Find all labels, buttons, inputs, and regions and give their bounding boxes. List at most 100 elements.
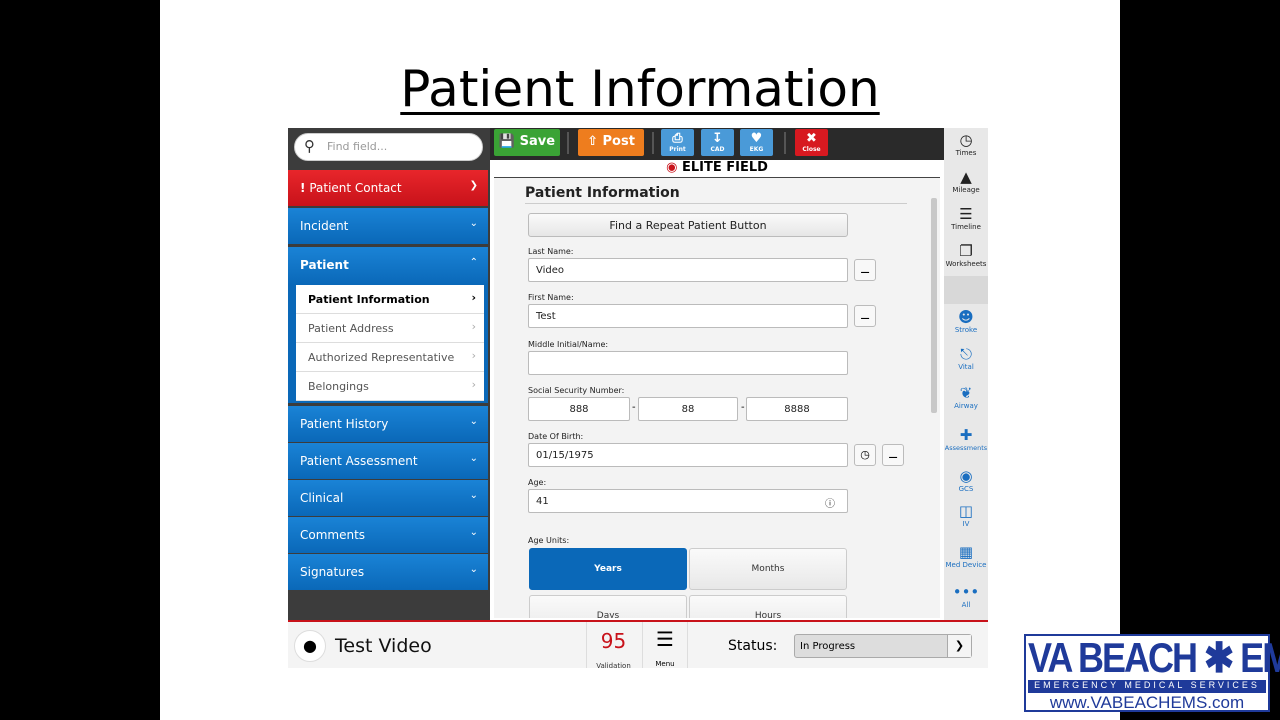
rail-iv[interactable]: ◫ IV <box>944 503 988 529</box>
monitor-icon: ▦ <box>958 543 974 561</box>
nav-patient-assessment[interactable]: Patient Assessment ⌄ <box>288 443 488 479</box>
age-unit-months[interactable]: Months <box>689 548 847 590</box>
download-icon: ↧ <box>712 131 723 146</box>
post-button[interactable]: ⇧ Post <box>578 129 644 156</box>
rail-spacer <box>944 276 988 304</box>
subnav-belongings[interactable]: Belongings › <box>296 372 484 401</box>
subnav-patient-information[interactable]: Patient Information › <box>296 285 484 314</box>
rail-label: Stroke <box>954 326 978 334</box>
rail-worksheets[interactable]: ❐ Worksheets <box>944 243 988 269</box>
nav-signatures[interactable]: Signatures ⌄ <box>288 554 488 590</box>
age-unit-days[interactable]: Days <box>529 595 687 618</box>
close-button[interactable]: ✖ Close <box>795 129 828 156</box>
clear-first-name-button[interactable]: ⚊ <box>854 305 876 327</box>
subnav-authorized-representative[interactable]: Authorized Representative › <box>296 343 484 372</box>
nav-label: Comments <box>300 528 366 542</box>
print-button[interactable]: ⎙ Print <box>661 129 694 156</box>
chevron-right-icon: › <box>471 320 476 333</box>
rail-vital[interactable]: ⎋ Vital <box>944 346 988 372</box>
rail-airway[interactable]: ❦ Airway <box>944 385 988 411</box>
va-beach-ems-logo: VA BEACH ✱ EMS EMERGENCY MEDICAL SERVICE… <box>1024 633 1280 712</box>
scrollbar-thumb[interactable] <box>931 198 937 413</box>
nav-patient-contact[interactable]: ! Patient Contact ❯ <box>288 170 488 206</box>
nav-label: Clinical <box>300 491 344 505</box>
rail-med-device[interactable]: ▦ Med Device <box>944 543 988 570</box>
rail-label: Timeline <box>951 223 981 231</box>
rail-label: Times <box>955 149 977 157</box>
print-label: Print <box>669 146 686 153</box>
search-input[interactable]: ⚲ Find field... <box>294 133 483 161</box>
nav-patient[interactable]: Patient ⌃ <box>288 247 488 285</box>
first-name-field[interactable]: Test <box>528 304 848 328</box>
validation-label: Validation <box>596 662 631 670</box>
subnav-label: Patient Address <box>308 322 394 335</box>
chevron-down-icon: ⌄ <box>469 453 478 464</box>
rail-label: All <box>961 601 971 609</box>
cad-button[interactable]: ↧ CAD <box>701 129 734 156</box>
dob-field[interactable]: 01/15/1975 <box>528 443 848 467</box>
scrollbar[interactable] <box>930 190 938 610</box>
rail-all[interactable]: ••• All <box>944 584 988 610</box>
rail-label: Med Device <box>945 561 987 569</box>
chevron-down-icon: ❯ <box>947 635 971 657</box>
cad-label: CAD <box>710 146 725 153</box>
clock-icon: ◷ <box>860 448 870 461</box>
menu-button[interactable]: ☰ Menu <box>642 622 688 668</box>
chevron-right-icon: › <box>471 291 476 304</box>
status-select[interactable]: In Progress ❯ <box>794 634 972 658</box>
rail-stroke[interactable]: ☻ Stroke <box>944 308 988 335</box>
dob-picker-button[interactable]: ◷ <box>854 444 876 466</box>
rail-times[interactable]: ◷ Times <box>944 132 988 158</box>
last-name-field[interactable]: Video <box>528 258 848 282</box>
post-label: Post <box>602 134 635 149</box>
subnav-patient-address[interactable]: Patient Address › <box>296 314 484 343</box>
rail-mileage[interactable]: ▲ Mileage <box>944 169 988 195</box>
rail-label: Vital <box>958 363 974 371</box>
nav-label: Patient History <box>300 417 389 431</box>
nav-clinical[interactable]: Clinical ⌄ <box>288 480 488 516</box>
alert-icon: ! <box>300 181 306 195</box>
slide-title: Patient Information <box>400 60 880 118</box>
elite-field-header: ◉ ELITE FIELD <box>494 160 940 178</box>
close-label: Close <box>802 146 821 153</box>
middle-name-field[interactable] <box>528 351 848 375</box>
ekg-button[interactable]: ♥ EKG <box>740 129 773 156</box>
sidebar: ⚲ Find field... ! Patient Contact ❯ Incide… <box>288 128 490 620</box>
find-repeat-patient-button[interactable]: Find a Repeat Patient Button <box>528 213 848 237</box>
ssn-part1-field[interactable]: 888 <box>528 397 630 421</box>
chevron-right-icon: › <box>471 378 476 391</box>
chevron-up-icon: ⌃ <box>469 257 478 268</box>
rail-gcs[interactable]: ◉ GCS <box>944 468 988 494</box>
content-pane: ◉ ELITE FIELD Patient Information Find a… <box>494 160 940 618</box>
middle-name-label: Middle Initial/Name: <box>528 340 609 349</box>
subnav-label: Patient Information <box>308 293 430 306</box>
validation-button[interactable]: 95 Validation <box>586 622 640 670</box>
upload-icon: ⇧ <box>587 134 598 149</box>
age-field[interactable]: 41 ⓘ <box>528 489 848 513</box>
heart-icon: ♥ <box>750 131 763 146</box>
validation-count: 95 <box>600 629 627 653</box>
divider <box>567 132 569 154</box>
status-label: Status: <box>728 638 778 654</box>
subnav-label: Authorized Representative <box>308 351 455 364</box>
clear-last-name-button[interactable]: ⚊ <box>854 259 876 281</box>
age-unit-years[interactable]: Years <box>529 548 687 590</box>
ssn-part2-field[interactable]: 88 <box>638 397 738 421</box>
menu-label: Menu <box>655 660 675 668</box>
doctor-icon: ☻ <box>958 308 974 326</box>
nav-incident[interactable]: Incident ⌄ <box>288 208 488 244</box>
rail-assessments[interactable]: ✚ Assessments <box>944 427 988 453</box>
logo-subtitle: EMERGENCY MEDICAL SERVICES <box>1028 680 1266 693</box>
info-icon[interactable]: ⓘ <box>825 495 835 510</box>
rail-label: Mileage <box>952 186 980 194</box>
toolbar: 💾 Save ⇧ Post ⎙ Print ↧ CAD ♥ EKG ✖ Close <box>490 128 944 160</box>
ssn-part3-field[interactable]: 8888 <box>746 397 848 421</box>
age-unit-hours[interactable]: Hours <box>689 595 847 618</box>
rail-timeline[interactable]: ☰ Timeline <box>944 206 988 232</box>
save-button[interactable]: 💾 Save <box>494 129 560 156</box>
nav-comments[interactable]: Comments ⌄ <box>288 517 488 553</box>
nav-patient-history[interactable]: Patient History ⌄ <box>288 406 488 442</box>
chevron-down-icon: ⌄ <box>469 564 478 575</box>
clear-dob-button[interactable]: ⚊ <box>882 444 904 466</box>
logo-title: VA BEACH ✱ EMS <box>1028 633 1280 681</box>
